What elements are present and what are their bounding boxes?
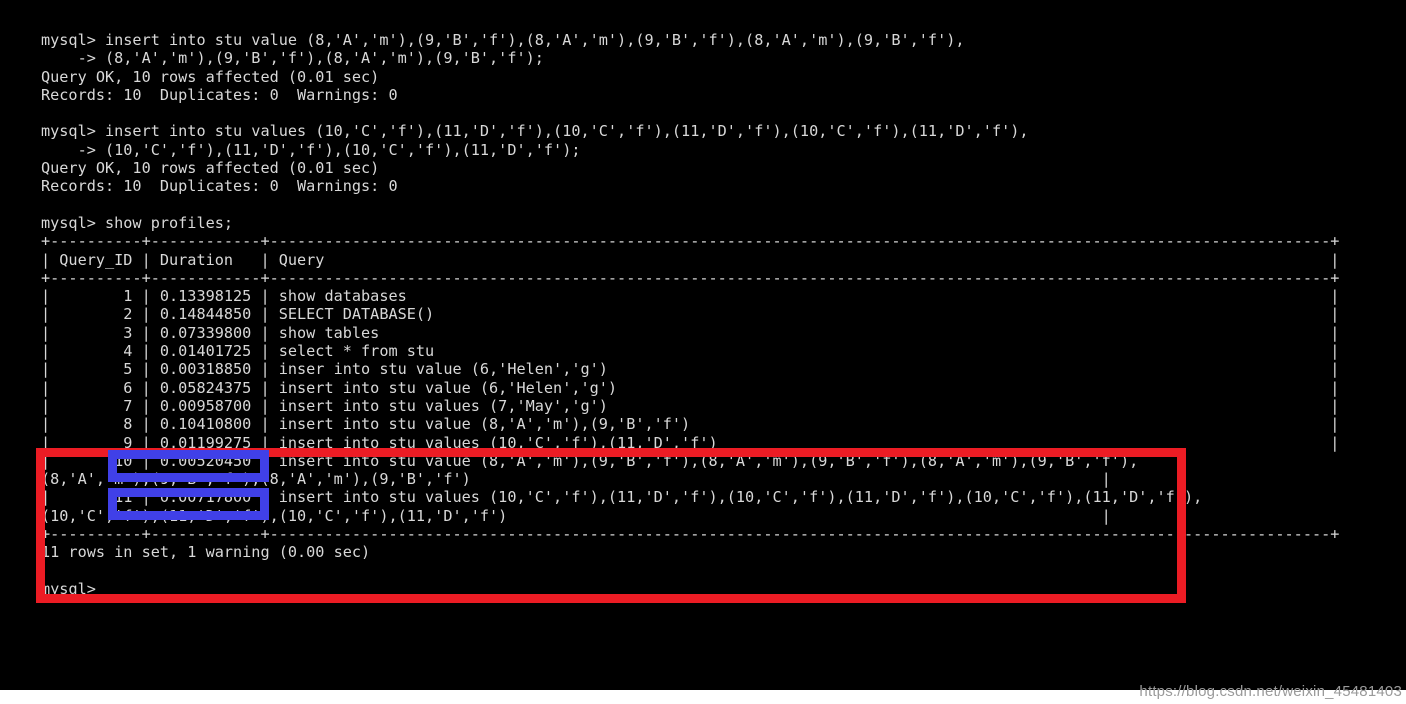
terminal-line: Query OK, 10 rows affected (0.01 sec) — [41, 159, 380, 178]
terminal-line: | 4 | 0.01401725 | select * from stu | — [41, 342, 1340, 361]
blue-highlight-row-10 — [108, 450, 269, 482]
terminal-line: mysql> show profiles; — [41, 213, 234, 232]
terminal-line: | Query_ID | Duration | Query | — [41, 250, 1340, 269]
terminal-line: | 8 | 0.10410800 | insert into stu value… — [41, 415, 1340, 434]
terminal-line: | 6 | 0.05824375 | insert into stu value… — [41, 378, 1340, 397]
watermark-url: https://blog.csdn.net/weixin_45481403 — [1139, 683, 1402, 700]
terminal-line: | 7 | 0.00958700 | insert into stu value… — [41, 396, 1340, 415]
terminal-line: +----------+------------+---------------… — [41, 268, 1340, 287]
terminal-left-padding — [0, 0, 41, 690]
terminal-line: | 5 | 0.00318850 | inser into stu value … — [41, 360, 1340, 379]
terminal-line: Records: 10 Duplicates: 0 Warnings: 0 — [41, 85, 398, 104]
terminal-line: +----------+------------+---------------… — [41, 232, 1340, 251]
terminal-line: -> (8,'A','m'),(9,'B','f'),(8,'A','m'),(… — [41, 49, 544, 68]
terminal-line: -> (10,'C','f'),(11,'D','f'),(10,'C','f'… — [41, 140, 581, 159]
terminal-line: | 3 | 0.07339800 | show tables | — [41, 323, 1340, 342]
terminal-line: | 2 | 0.14844850 | SELECT DATABASE() | — [41, 305, 1340, 324]
blue-highlight-row-11 — [108, 488, 269, 520]
terminal-line: | 1 | 0.13398125 | show databases | — [41, 287, 1340, 306]
terminal-line: mysql> insert into stu values (10,'C','f… — [41, 122, 1029, 141]
terminal-line: mysql> insert into stu value (8,'A','m')… — [41, 31, 965, 49]
terminal-line: Records: 10 Duplicates: 0 Warnings: 0 — [41, 177, 398, 196]
terminal-right-padding — [1351, 0, 1406, 690]
terminal-line: Query OK, 10 rows affected (0.01 sec) — [41, 67, 380, 86]
